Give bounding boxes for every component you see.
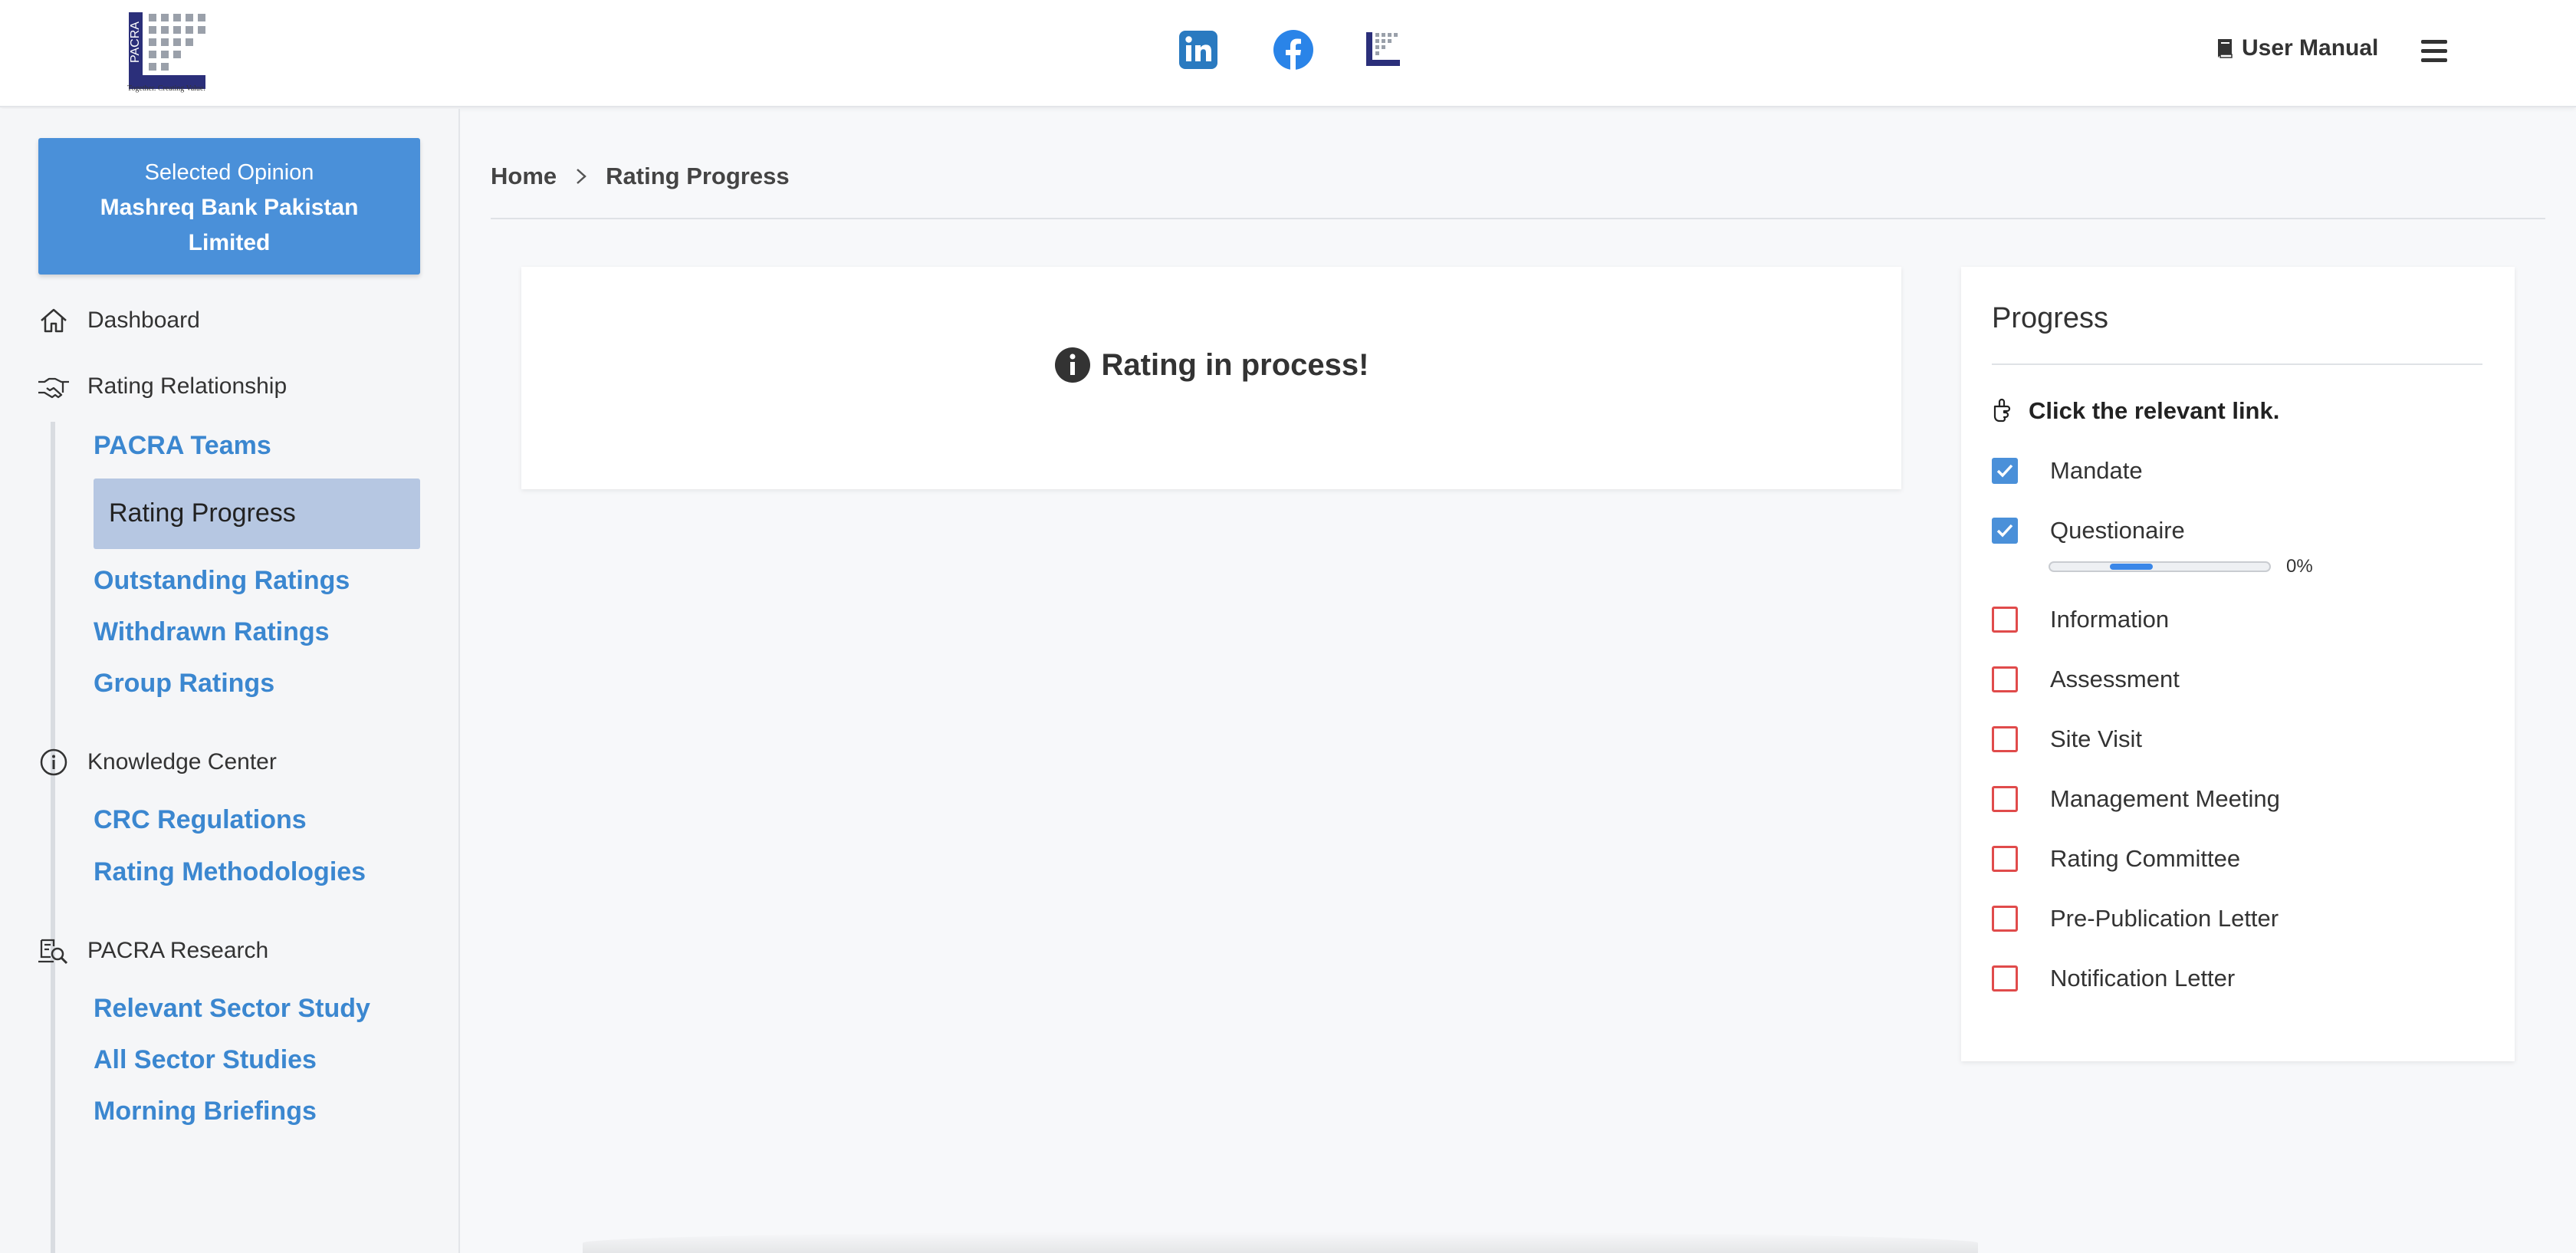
- step-management-meeting[interactable]: Management Meeting: [1992, 785, 2280, 813]
- step-checkbox[interactable]: [1992, 906, 2018, 932]
- step-assessment[interactable]: Assessment: [1992, 666, 2180, 693]
- sidebar: Selected Opinion Mashreq Bank Pakistan L…: [0, 109, 460, 1253]
- hamburger-menu-icon[interactable]: [2421, 40, 2447, 63]
- breadcrumb: Home Rating Progress: [491, 163, 790, 190]
- pointing-hand-icon: [1993, 398, 2011, 423]
- step-checkbox[interactable]: [1992, 666, 2018, 692]
- step-questionaire[interactable]: Questionaire: [1992, 517, 2185, 544]
- progress-hint-text: Click the relevant link.: [2029, 397, 2280, 424]
- chevron-right-icon: [577, 169, 587, 184]
- book-icon: [2218, 39, 2233, 58]
- step-checkbox[interactable]: [1992, 786, 2018, 812]
- step-label: Site Visit: [2050, 725, 2143, 752]
- step-label: Notification Letter: [2050, 965, 2236, 992]
- pacra-logo[interactable]: PACRA: [126, 9, 216, 95]
- sidebar-section-label: Knowledge Center: [87, 749, 277, 774]
- logo-tagline: Together. Creating Value.: [127, 84, 205, 93]
- sidebar-item-rating-methodologies[interactable]: Rating Methodologies: [94, 857, 366, 887]
- sidebar-item-all-sector-studies[interactable]: All Sector Studies: [94, 1045, 317, 1075]
- step-checkbox[interactable]: [1992, 458, 2018, 484]
- sidebar-item-dashboard[interactable]: Dashboard: [37, 305, 200, 336]
- step-site-visit[interactable]: Site Visit: [1992, 725, 2142, 753]
- step-rating-committee[interactable]: Rating Committee: [1992, 845, 2240, 873]
- sidebar-item-group-ratings[interactable]: Group Ratings: [94, 669, 274, 699]
- selected-opinion-name: Mashreq Bank Pakistan Limited: [100, 195, 359, 255]
- step-label: Management Meeting: [2050, 785, 2280, 812]
- sidebar-item-relevant-sector-study[interactable]: Relevant Sector Study: [94, 994, 370, 1024]
- step-information[interactable]: Information: [1992, 606, 2169, 633]
- step-mandate[interactable]: Mandate: [1992, 457, 2143, 485]
- pacra-icon[interactable]: [1363, 29, 1405, 71]
- nav-group-rail: [51, 977, 55, 1253]
- sidebar-item-outstanding-ratings[interactable]: Outstanding Ratings: [94, 566, 350, 596]
- step-checkbox[interactable]: [1992, 965, 2018, 992]
- step-checkbox[interactable]: [1992, 726, 2018, 752]
- linkedin-icon[interactable]: [1178, 29, 1219, 71]
- status-text: Rating in process!: [1101, 347, 1369, 382]
- sidebar-item-withdrawn-ratings[interactable]: Withdrawn Ratings: [94, 617, 330, 647]
- breadcrumb-current: Rating Progress: [606, 163, 790, 189]
- breadcrumb-home[interactable]: Home: [491, 163, 557, 190]
- user-manual-label: User Manual: [2242, 35, 2379, 61]
- step-label: Mandate: [2050, 457, 2143, 484]
- sidebar-item-pacra-teams[interactable]: PACRA Teams: [94, 431, 271, 461]
- status-message: Rating in process!: [521, 347, 1901, 383]
- progress-panel: Progress Click the relevant link. Mandat…: [1961, 267, 2515, 1061]
- progress-bar-fill: [2110, 564, 2153, 570]
- research-icon: [38, 939, 68, 965]
- sidebar-section-knowledge-center[interactable]: Knowledge Center: [37, 747, 277, 778]
- questionaire-progress-percent: 0%: [2286, 556, 2313, 577]
- status-card: Rating in process!: [521, 267, 1901, 489]
- sidebar-item-rating-progress[interactable]: Rating Progress: [94, 479, 420, 549]
- step-label: Rating Committee: [2050, 845, 2241, 872]
- step-label: Questionaire: [2050, 517, 2185, 544]
- sidebar-section-pacra-research[interactable]: PACRA Research: [37, 936, 268, 966]
- sidebar-item-morning-briefings[interactable]: Morning Briefings: [94, 1097, 317, 1126]
- selected-opinion-card[interactable]: Selected Opinion Mashreq Bank Pakistan L…: [38, 138, 420, 275]
- sidebar-item-crc-regulations[interactable]: CRC Regulations: [94, 805, 307, 835]
- facebook-icon[interactable]: [1273, 29, 1314, 71]
- step-pre-publication-letter[interactable]: Pre-Publication Letter: [1992, 905, 2279, 932]
- sidebar-section-rating-relationship[interactable]: Rating Relationship: [37, 371, 287, 402]
- progress-hint: Click the relevant link.: [1992, 396, 2279, 426]
- sidebar-section-label: Rating Relationship: [87, 373, 288, 399]
- top-bar: PACRA Together. Creating Value. User Man…: [0, 0, 2576, 107]
- questionaire-progress-bar: [2049, 561, 2271, 572]
- step-label: Information: [2050, 606, 2170, 633]
- selected-opinion-label: Selected Opinion: [144, 160, 314, 185]
- step-checkbox[interactable]: [1992, 846, 2018, 872]
- bottom-card-shadow: [583, 1232, 1978, 1253]
- home-icon: [41, 308, 67, 333]
- progress-title: Progress: [1992, 302, 2109, 334]
- step-notification-letter[interactable]: Notification Letter: [1992, 965, 2235, 992]
- divider: [491, 218, 2545, 219]
- info-circle-icon: [1054, 347, 1090, 383]
- step-label: Pre-Publication Letter: [2050, 905, 2279, 932]
- step-checkbox[interactable]: [1992, 607, 2018, 633]
- divider: [1992, 363, 2482, 365]
- user-manual-link[interactable]: User Manual: [2216, 35, 2378, 61]
- step-checkbox[interactable]: [1992, 518, 2018, 544]
- logo-text: PACRA: [129, 21, 142, 63]
- info-icon: [40, 748, 67, 776]
- sidebar-section-label: PACRA Research: [87, 938, 269, 963]
- sidebar-section-label: Dashboard: [87, 307, 200, 333]
- handshake-icon: [38, 377, 69, 399]
- step-label: Assessment: [2050, 666, 2180, 692]
